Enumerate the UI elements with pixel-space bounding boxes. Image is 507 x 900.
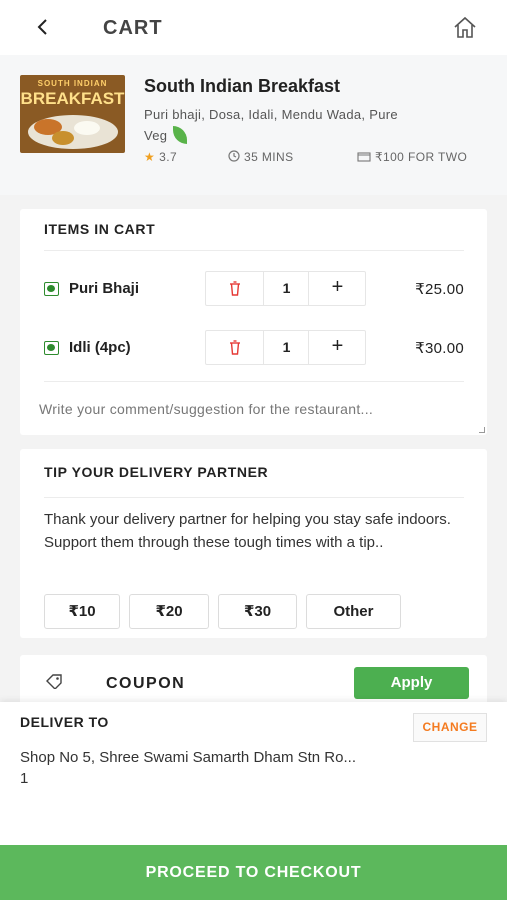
items-in-cart-card: ITEMS IN CART Puri Bhaji 1 + ₹25.00 Idli… [20,209,487,435]
quantity-stepper: 1 + [205,330,366,365]
change-address-button[interactable]: CHANGE [413,713,487,742]
resize-handle-icon[interactable] [479,427,485,433]
restaurant-cuisines: Puri bhaji, Dosa, Idali, Mendu Wada, Pur… [144,104,424,146]
time-value: 35 MINS [244,150,294,164]
cart-item: Puri Bhaji 1 + ₹25.00 [20,271,487,307]
tip-option-30[interactable]: ₹30 [218,594,297,629]
item-name: Puri Bhaji [69,280,140,297]
divider [44,381,464,382]
divider [44,497,464,498]
clock-icon [228,150,240,162]
remove-item-button[interactable] [206,331,264,364]
veg-indicator-icon [44,341,59,355]
apply-coupon-button[interactable]: Apply [354,667,469,699]
item-name: Idli (4pc) [69,339,131,356]
cost-for-two: ₹100 FOR TWO [357,150,467,164]
tip-section-title: TIP YOUR DELIVERY PARTNER [44,464,269,480]
back-arrow-icon[interactable] [32,14,54,40]
coupon-tag-icon [46,674,62,689]
increase-quantity-button[interactable]: + [310,331,365,364]
delivery-address: Shop No 5, Shree Swami Samarth Dham Stn … [20,747,415,789]
trash-icon [230,340,240,355]
delivery-time: 35 MINS [228,150,293,164]
proceed-to-checkout-button[interactable]: PROCEED TO CHECKOUT [0,845,507,900]
cart-item: Idli (4pc) 1 + ₹30.00 [20,330,487,366]
divider [44,250,464,251]
coupon-label: COUPON [106,675,186,692]
tip-card: TIP YOUR DELIVERY PARTNER Thank your del… [20,449,487,638]
restaurant-summary: SOUTH INDIAN BREAKFAST South Indian Brea… [0,55,507,195]
restaurant-thumbnail: SOUTH INDIAN BREAKFAST [20,75,125,153]
tip-option-other[interactable]: Other [306,594,401,629]
home-icon[interactable] [452,15,478,41]
item-price: ₹30.00 [415,340,464,357]
quantity-value: 1 [265,272,309,305]
wallet-icon [357,152,371,162]
address-line-2: 1 [20,770,29,787]
thumbnail-caption-main: BREAKFAST [20,89,125,108]
cost-value: ₹100 FOR TWO [375,150,468,164]
rating-value: 3.7 [159,150,178,164]
quantity-value: 1 [265,331,309,364]
tip-description: Thank your delivery partner for helping … [44,511,451,551]
address-line-1: Shop No 5, Shree Swami Samarth Dham Stn … [20,749,356,766]
deliver-to-panel: DELIVER TO CHANGE Shop No 5, Shree Swami… [0,702,507,845]
veg-indicator-icon [44,282,59,296]
rating: ★ 3.7 [144,150,177,164]
increase-quantity-button[interactable]: + [310,272,365,305]
app-header: CART [0,0,507,55]
items-section-title: ITEMS IN CART [44,221,156,237]
star-icon: ★ [144,150,156,164]
quantity-stepper: 1 + [205,271,366,306]
thumbnail-caption-top: SOUTH INDIAN [37,79,108,88]
remove-item-button[interactable] [206,272,264,305]
page-title: CART [103,17,163,39]
tip-option-20[interactable]: ₹20 [129,594,209,629]
trash-icon [230,281,240,296]
tip-option-10[interactable]: ₹10 [44,594,120,629]
comment-input[interactable]: Write your comment/suggestion for the re… [39,401,469,417]
veg-leaf-icon [173,126,188,144]
restaurant-name: South Indian Breakfast [144,76,341,96]
deliver-to-title: DELIVER TO [20,714,109,730]
item-price: ₹25.00 [415,281,464,298]
